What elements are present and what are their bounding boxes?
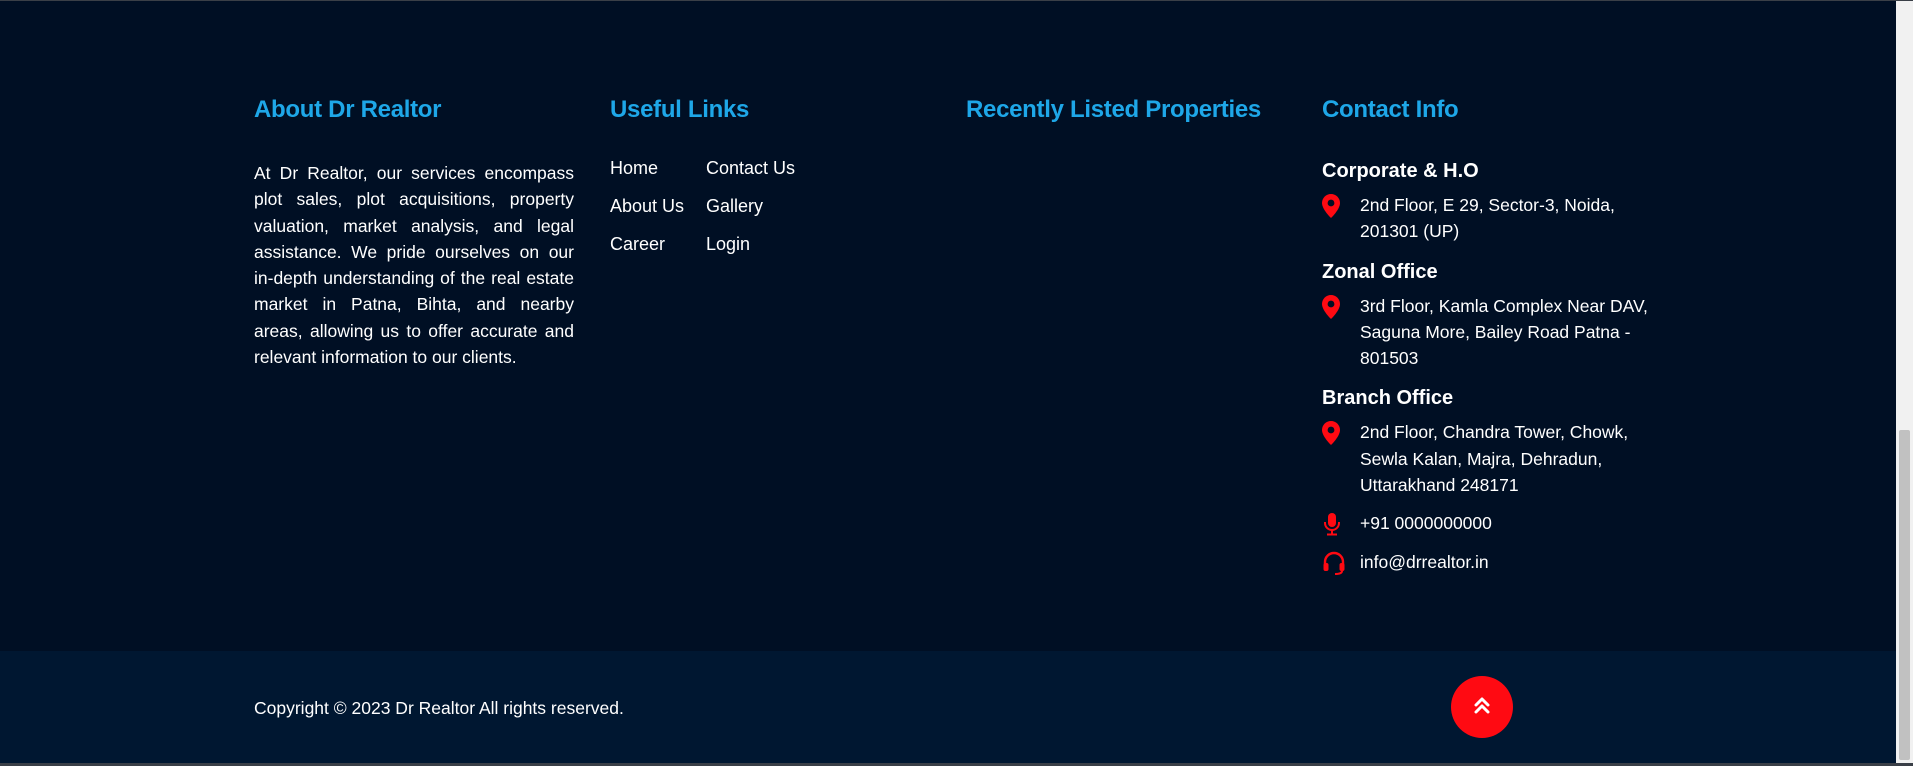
branch-address-row: 2nd Floor, Chandra Tower, Chowk, Sewla K… <box>1322 419 1660 498</box>
corporate-office: Corporate & H.O 2nd Floor, E 29, Sector-… <box>1322 158 1660 245</box>
zonal-address-row: 3rd Floor, Kamla Complex Near DAV, Sagun… <box>1322 293 1660 372</box>
zonal-office: Zonal Office 3rd Floor, Kamla Complex Ne… <box>1322 259 1660 372</box>
link-career[interactable]: Career <box>610 232 706 257</box>
double-chevron-up-icon <box>1473 695 1491 720</box>
email-link[interactable]: info@drrealtor.in <box>1360 549 1660 575</box>
about-column: About Dr Realtor At Dr Realtor, our serv… <box>254 96 574 370</box>
useful-links-column: Useful Links Home Contact Us About Us Ga… <box>610 96 826 257</box>
map-pin-icon <box>1322 419 1360 446</box>
useful-links-heading: Useful Links <box>610 96 750 123</box>
about-heading: About Dr Realtor <box>254 96 442 123</box>
link-contact-us[interactable]: Contact Us <box>706 156 826 181</box>
about-text: At Dr Realtor, our services encompass pl… <box>254 163 574 368</box>
corporate-address: 2nd Floor, E 29, Sector-3, Noida, 201301… <box>1360 195 1615 242</box>
headset-icon <box>1322 549 1360 575</box>
corporate-address-row: 2nd Floor, E 29, Sector-3, Noida, 201301… <box>1322 192 1660 245</box>
branch-office: Branch Office 2nd Floor, Chandra Tower, … <box>1322 385 1660 498</box>
link-login[interactable]: Login <box>706 232 826 257</box>
link-gallery[interactable]: Gallery <box>706 194 826 219</box>
recent-properties-heading: Recently Listed Properties <box>966 96 1261 123</box>
footer: About Dr Realtor At Dr Realtor, our serv… <box>0 1 1896 651</box>
scroll-to-top-button[interactable] <box>1451 676 1513 738</box>
link-about-us[interactable]: About Us <box>610 194 706 219</box>
branch-title: Branch Office <box>1322 387 1454 410</box>
copyright-text: Copyright © 2023 Dr Realtor All rights r… <box>254 698 624 718</box>
microphone-icon <box>1322 510 1360 536</box>
email-row: info@drrealtor.in <box>1322 549 1660 575</box>
contact-column: Contact Info Corporate & H.O 2nd Floor, … <box>1322 96 1660 575</box>
map-pin-icon <box>1322 293 1360 319</box>
map-pin-icon <box>1322 192 1360 218</box>
corporate-title: Corporate & H.O <box>1322 160 1479 182</box>
copyright-bar: Copyright © 2023 Dr Realtor All rights r… <box>0 651 1896 763</box>
recent-properties-column: Recently Listed Properties <box>966 96 1261 124</box>
zonal-address: 3rd Floor, Kamla Complex Near DAV, Sagun… <box>1360 295 1648 369</box>
useful-links-list: Home Contact Us About Us Gallery Career … <box>610 156 826 257</box>
phone-link[interactable]: +91 0000000000 <box>1360 510 1660 536</box>
zonal-title: Zonal Office <box>1322 260 1438 283</box>
scrollbar-thumb[interactable] <box>1899 430 1910 760</box>
phone-row: +91 0000000000 <box>1322 510 1660 536</box>
contact-heading: Contact Info <box>1322 96 1459 123</box>
branch-address: 2nd Floor, Chandra Tower, Chowk, Sewla K… <box>1360 422 1629 496</box>
link-home[interactable]: Home <box>610 156 706 181</box>
